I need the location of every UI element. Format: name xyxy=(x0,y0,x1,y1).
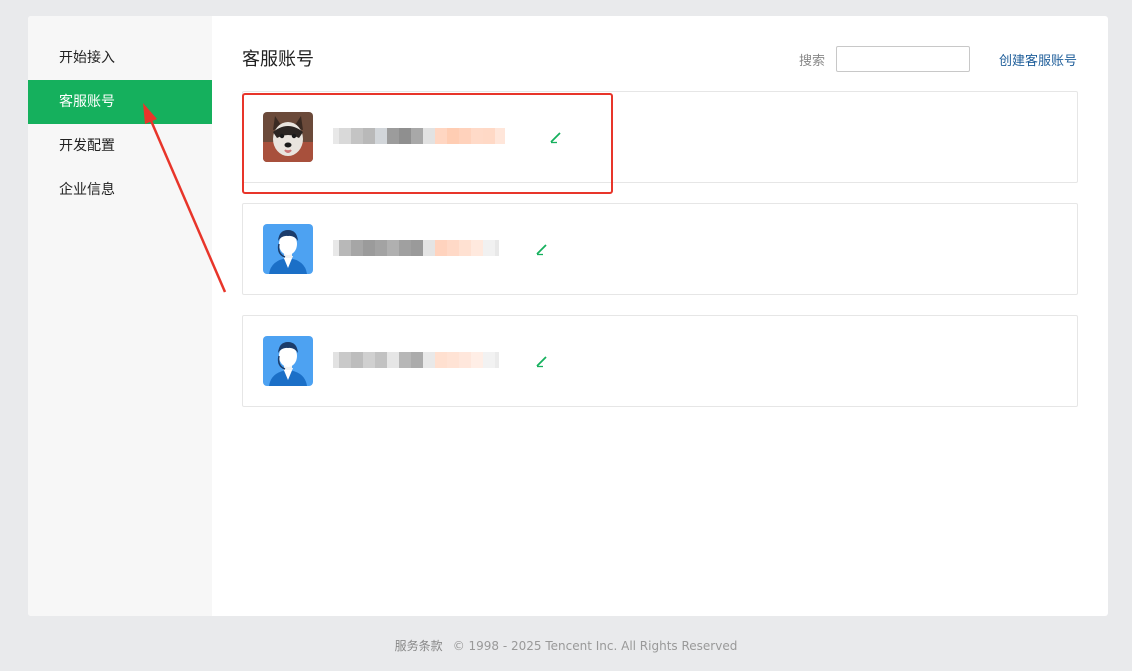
copyright-text: © 1998 - 2025 Tencent Inc. All Rights Re… xyxy=(452,639,738,653)
terms-link[interactable]: 服务条款 xyxy=(395,639,443,653)
main-panel: 开始接入 客服账号 开发配置 企业信息 客服账号 搜索 创建客服账号 xyxy=(28,16,1108,616)
default-agent-avatar xyxy=(263,224,313,274)
sidebar: 开始接入 客服账号 开发配置 企业信息 xyxy=(28,16,212,616)
page-title: 客服账号 xyxy=(242,49,314,70)
content-area: 客服账号 搜索 创建客服账号 xyxy=(212,16,1108,616)
edit-pencil-icon[interactable] xyxy=(535,242,549,256)
account-name-redacted xyxy=(333,240,499,256)
sidebar-item-service-accounts[interactable]: 客服账号 xyxy=(28,80,212,124)
create-account-link[interactable]: 创建客服账号 xyxy=(999,50,1077,69)
sidebar-item-company-info[interactable]: 企业信息 xyxy=(28,168,212,212)
footer: 服务条款 © 1998 - 2025 Tencent Inc. All Right… xyxy=(0,637,1132,654)
edit-pencil-icon[interactable] xyxy=(535,354,549,368)
sidebar-item-getting-started[interactable]: 开始接入 xyxy=(28,36,212,80)
account-name-redacted xyxy=(333,128,505,144)
default-agent-avatar xyxy=(263,336,313,386)
account-name-redacted xyxy=(333,352,499,368)
edit-pencil-icon[interactable] xyxy=(549,130,563,144)
husky-avatar xyxy=(263,112,313,162)
account-card[interactable] xyxy=(242,315,1078,407)
account-card[interactable] xyxy=(242,203,1078,295)
sidebar-item-dev-config[interactable]: 开发配置 xyxy=(28,124,212,168)
search-label: 搜索 xyxy=(799,54,826,69)
search-input[interactable] xyxy=(836,46,970,72)
account-card[interactable] xyxy=(242,91,1078,183)
